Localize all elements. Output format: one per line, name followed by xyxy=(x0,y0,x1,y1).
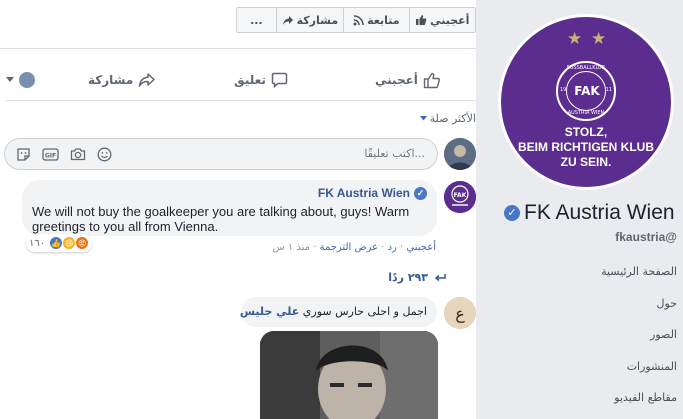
svg-text:ع: ع xyxy=(455,304,465,323)
comment-line: اجمل و احلى حارس سوري علي جليس xyxy=(240,305,427,318)
replies-count: ٢٩٣ ردًا xyxy=(388,271,428,284)
view-replies-link[interactable]: ٢٩٣ ردًا xyxy=(296,271,446,284)
caret-down-icon xyxy=(419,116,427,121)
nav-item-about[interactable]: حول xyxy=(488,292,677,324)
nav-item-posts[interactable]: المنشورات xyxy=(488,355,677,387)
slogan-line: ZU SEIN. xyxy=(560,155,612,169)
post-share-button[interactable]: مشاركة xyxy=(88,62,156,98)
crest-ring: FAK xyxy=(566,71,606,111)
separator: · xyxy=(396,242,404,253)
reaction-summary[interactable]: ١٦٠ 👍 😆 😡 xyxy=(26,234,93,252)
page-like-button[interactable]: أعجبني xyxy=(410,8,475,32)
post-column: ... مشاركة متابعة أعجبني مشاركة تعليق أع… xyxy=(0,0,476,419)
page-actions-bar: ... مشاركة متابعة أعجبني xyxy=(236,7,476,33)
reply-arrow-icon xyxy=(434,273,446,281)
like-reaction-icon: 👍 xyxy=(49,236,64,250)
profile-image: ★ ★ FUSSBALLKLUB FAK 19 11 AUSTRIA WIEN … xyxy=(501,17,671,187)
comment-sort-label: الأكثر صلة xyxy=(429,112,476,125)
angry-reaction-icon: 😡 xyxy=(75,236,90,250)
page-profile-picture[interactable]: ★ ★ FUSSBALLKLUB FAK 19 11 AUSTRIA WIEN … xyxy=(498,14,674,190)
gif-icon[interactable]: GIF xyxy=(42,146,59,162)
see-translation-link[interactable]: عرض الترجمة xyxy=(320,242,378,253)
follow-button[interactable]: متابعة xyxy=(344,8,410,32)
comment-input[interactable] xyxy=(305,139,425,169)
follow-label: متابعة xyxy=(367,13,400,27)
page-sidebar: ★ ★ FUSSBALLKLUB FAK 19 11 AUSTRIA WIEN … xyxy=(488,0,683,419)
commenter-avatar[interactable]: FAK xyxy=(444,181,476,213)
commenter-avatar[interactable]: ع xyxy=(444,297,476,329)
thumbs-up-icon xyxy=(423,72,440,88)
slogan: STOLZ, BEIM RICHTIGEN KLUB ZU SEIN. xyxy=(501,125,671,170)
svg-text:FAK: FAK xyxy=(454,192,467,199)
page-title[interactable]: ✓ FK Austria Wien xyxy=(504,200,679,226)
page-handle[interactable]: fkaustria@ xyxy=(488,230,677,244)
page-nav: الصفحة الرئيسية حول الصور المنشورات مقاط… xyxy=(488,260,677,418)
verified-badge-icon: ✓ xyxy=(414,186,427,200)
divider xyxy=(0,48,476,49)
divider xyxy=(6,100,476,101)
sticker-icon[interactable] xyxy=(15,146,32,162)
audience-selector[interactable] xyxy=(6,62,35,98)
nav-item-videos[interactable]: مقاطع الفيديو xyxy=(488,386,677,418)
crest-bottom-text: AUSTRIA WIEN xyxy=(567,110,605,116)
haha-reaction-icon: 😆 xyxy=(62,236,77,250)
comment-text: اجمل و احلى حارس سوري xyxy=(302,305,427,318)
emoji-icon[interactable] xyxy=(96,146,113,162)
comment-meta: أعجبني · رد · عرض الترجمة · منذ ١ س xyxy=(240,242,436,253)
comment-like-link[interactable]: أعجبني xyxy=(406,242,436,253)
star-icon: ★ xyxy=(567,29,583,49)
svg-text:GIF: GIF xyxy=(45,152,56,159)
thumbs-up-icon xyxy=(416,15,427,25)
share-arrow-icon xyxy=(282,15,293,25)
comment-sort-dropdown[interactable]: الأكثر صلة xyxy=(419,112,476,125)
share-arrow-icon xyxy=(139,73,156,87)
nav-item-home[interactable]: الصفحة الرئيسية xyxy=(488,260,677,292)
camera-icon[interactable] xyxy=(69,146,86,162)
separator: · xyxy=(310,242,317,253)
composer-tools: GIF xyxy=(15,146,113,162)
star-icon: ★ xyxy=(591,29,607,49)
comment-author[interactable]: FK Austria Wien ✓ xyxy=(318,186,427,200)
comment-bubble: FK Austria Wien ✓ We will not buy the go… xyxy=(22,180,437,236)
rss-follow-icon xyxy=(353,14,364,25)
slogan-line: STOLZ, xyxy=(564,125,608,139)
comment-bubble: اجمل و احلى حارس سوري علي جليس xyxy=(240,297,437,327)
speech-bubble-icon xyxy=(271,72,288,88)
club-crest: FUSSBALLKLUB FAK 19 11 AUSTRIA WIEN xyxy=(556,61,616,121)
comment-label: تعليق xyxy=(234,73,266,87)
caret-down-icon xyxy=(6,77,14,82)
comment-button[interactable]: تعليق xyxy=(234,62,288,98)
page-like-label: أعجبني xyxy=(430,13,470,27)
comment-composer[interactable]: GIF xyxy=(4,138,438,170)
verified-badge-icon: ✓ xyxy=(504,205,520,221)
current-user-avatar[interactable] xyxy=(444,138,476,170)
post-action-bar: مشاركة تعليق أعجبني xyxy=(0,62,476,98)
avatar xyxy=(19,72,35,88)
post-like-button[interactable]: أعجبني xyxy=(375,62,441,98)
more-label: ... xyxy=(250,13,263,27)
comment-reply-link[interactable]: رد xyxy=(388,242,397,253)
comment-author-name: FK Austria Wien xyxy=(317,186,410,200)
separator: · xyxy=(378,242,385,253)
nav-item-photos[interactable]: الصور xyxy=(488,323,677,355)
more-options-button[interactable]: ... xyxy=(237,8,277,32)
crest-year-left: 19 xyxy=(560,87,567,93)
comment-author-name[interactable]: علي جليس xyxy=(240,305,299,318)
post-share-label: مشاركة xyxy=(88,73,134,87)
page-share-button[interactable]: مشاركة xyxy=(277,8,345,32)
crest-year-right: 11 xyxy=(605,87,612,93)
slogan-line: BEIM RICHTIGEN KLUB xyxy=(518,140,654,154)
facebook-page-view: ... مشاركة متابعة أعجبني مشاركة تعليق أع… xyxy=(0,0,683,419)
crest-letters: FAK xyxy=(574,84,600,98)
post-like-label: أعجبني xyxy=(375,73,418,87)
comment-timestamp[interactable]: منذ ١ س xyxy=(272,242,310,253)
reaction-count: ١٦٠ xyxy=(29,237,46,249)
page-name: FK Austria Wien xyxy=(524,201,675,224)
page-share-label: مشاركة xyxy=(296,13,339,27)
comment-text: We will not buy the goalkeeper you are t… xyxy=(32,204,410,234)
comment-photo[interactable] xyxy=(260,331,438,419)
